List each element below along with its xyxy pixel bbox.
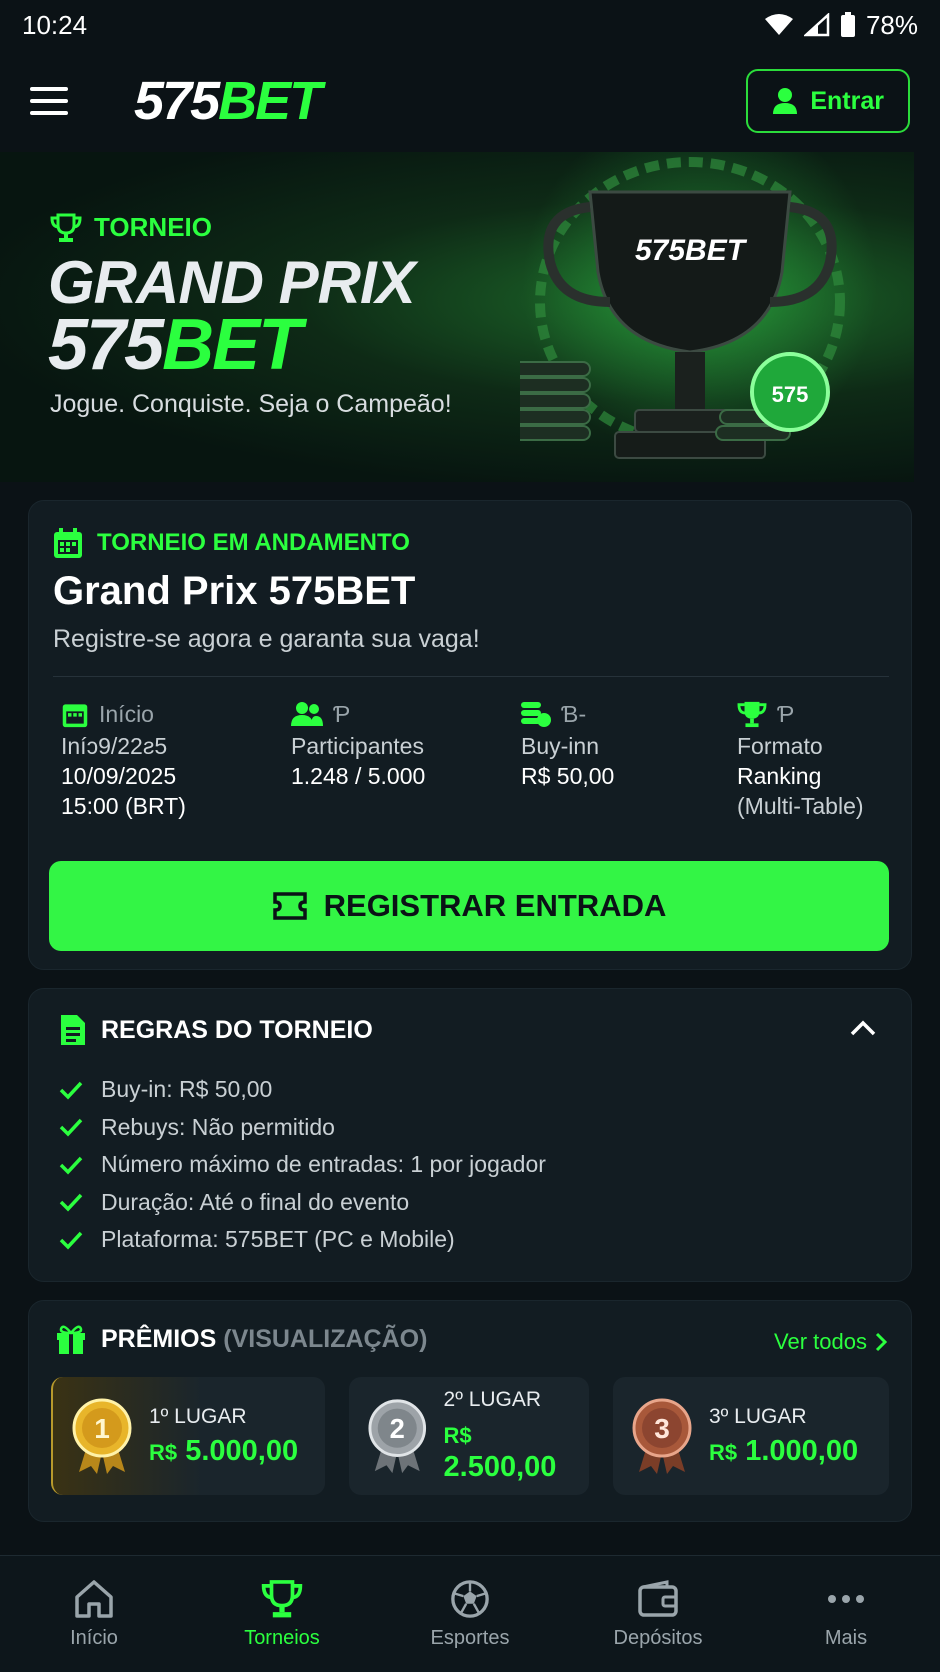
prize-place: 1º LUGAR	[149, 1404, 247, 1428]
info-start: Início Iníɔ9/22ƨ5 10/09/2025 15:00 (BRT)	[61, 701, 186, 819]
status-time: 10:24	[22, 9, 88, 40]
check-icon	[59, 1081, 83, 1100]
list-item: Número máximo de entradas: 1 por jogador	[59, 1146, 546, 1184]
nav-deposits[interactable]: Depósitos	[564, 1556, 752, 1672]
app-header: 575 BET Entrar	[0, 50, 940, 152]
nav-more[interactable]: Mais	[752, 1556, 940, 1672]
wifi-icon	[764, 14, 793, 35]
register-label: REGISTRAR ENTRADA	[323, 888, 667, 923]
list-item: Buy-in: R$ 50,00	[59, 1071, 546, 1109]
menu-button[interactable]	[30, 77, 78, 125]
tournament-card: TORNEIO EM ANDAMENTO Grand Prix 575BET R…	[28, 500, 912, 970]
soccer-ball-icon	[451, 1579, 489, 1618]
prize-first[interactable]: 1 1º LUGAR R$ 5.000,00	[51, 1377, 325, 1495]
list-item: Rebuys: Não permitido	[59, 1109, 546, 1147]
silver-medal-icon: 2	[368, 1399, 427, 1474]
svg-text:2: 2	[390, 1413, 405, 1444]
prize-second[interactable]: 2 2º LUGAR R$ 2.500,00	[349, 1377, 589, 1495]
nav-tournaments[interactable]: Torneios	[188, 1556, 376, 1672]
status-bar: 10:24 78%	[0, 0, 940, 50]
login-button[interactable]: Entrar	[746, 69, 910, 133]
trophy-icon	[261, 1579, 303, 1617]
menu-icon	[30, 87, 68, 91]
brand-logo[interactable]: 575 BET	[134, 70, 322, 132]
rules-header[interactable]: REGRAS DO TORNEIO	[59, 1013, 373, 1047]
info-format: Ƥ Formato Ranking (Multi-Table)	[737, 701, 864, 819]
ticket-icon	[272, 892, 307, 920]
check-icon	[59, 1194, 83, 1212]
coins-icon	[521, 702, 551, 727]
gift-icon	[57, 1325, 85, 1354]
wallet-icon	[638, 1579, 678, 1617]
banner-subtitle: Jogue. Conquiste. Seja o Campeão!	[50, 390, 452, 418]
prize-place: 2º LUGAR	[443, 1388, 542, 1411]
trophy-illustration: 575BET 575	[520, 157, 845, 459]
chevron-right-icon	[875, 1332, 887, 1352]
list-item: Duração: Até o final do evento	[59, 1184, 546, 1222]
document-icon	[61, 1015, 85, 1045]
user-icon	[773, 88, 798, 114]
prize-amount: R$ 2.500,00	[443, 1423, 557, 1483]
trophy-icon	[737, 701, 767, 728]
view-all-link[interactable]: Ver todos	[774, 1329, 887, 1355]
login-label: Entrar	[810, 86, 884, 115]
prize-amount: R$ 1.000,00	[709, 1434, 859, 1467]
more-icon	[828, 1594, 864, 1603]
prizes-header: PRÊMIOS (VISUALIZAÇÃO)	[55, 1323, 427, 1355]
prize-amount: R$ 5.000,00	[149, 1434, 299, 1467]
prizes-title: PRÊMIOS	[101, 1324, 217, 1353]
users-icon	[291, 702, 323, 726]
banner-brand: 575 BET	[48, 305, 302, 385]
battery-icon	[840, 12, 855, 37]
svg-text:575: 575	[772, 382, 809, 407]
trophy-icon	[50, 213, 82, 242]
tournament-status: TORNEIO EM ANDAMENTO	[53, 527, 410, 559]
banner-label: TORNEIO	[50, 212, 212, 243]
bronze-medal-icon: 3	[632, 1398, 692, 1474]
signal-icon	[803, 13, 830, 37]
tournament-subtitle: Registre-se agora e garanta sua vaga!	[53, 625, 480, 653]
svg-text:3: 3	[654, 1413, 670, 1444]
svg-text:1: 1	[94, 1413, 110, 1444]
battery-level: 78%	[865, 9, 918, 40]
calendar-icon	[54, 528, 82, 558]
nav-sports[interactable]: Esportes	[376, 1556, 564, 1672]
info-buyin: Ɓ- Buy-inn R$ 50,00	[521, 701, 615, 789]
chevron-up-icon[interactable]	[849, 1019, 877, 1037]
rules-title: REGRAS DO TORNEIO	[101, 1015, 373, 1044]
prizes-card: PRÊMIOS (VISUALIZAÇÃO) Ver todos 1 1º LU…	[28, 1300, 912, 1522]
register-button[interactable]: REGISTRAR ENTRADA	[49, 861, 889, 951]
prizes-title-muted: (VISUALIZAÇÃO)	[223, 1324, 428, 1353]
prize-third[interactable]: 3 3º LUGAR R$ 1.000,00	[613, 1377, 889, 1495]
list-item: Plataforma: 575BET (PC e Mobile)	[59, 1221, 546, 1259]
prize-place: 3º LUGAR	[709, 1404, 807, 1428]
check-icon	[59, 1231, 83, 1250]
rules-card: REGRAS DO TORNEIO Buy-in: R$ 50,00 Rebuy…	[28, 988, 912, 1282]
tournament-title: Grand Prix 575BET	[53, 569, 416, 613]
bottom-navigation: Início Torneios Esportes Depósitos Mais	[0, 1555, 940, 1672]
home-icon	[75, 1579, 113, 1618]
check-icon	[59, 1119, 83, 1137]
svg-text:575BET: 575BET	[635, 234, 748, 267]
calendar-icon	[62, 704, 88, 728]
info-participants: Ƥ Participantes 1.248 / 5.000	[291, 701, 426, 789]
status-icons: 78%	[764, 10, 918, 41]
promo-banner[interactable]: TORNEIO GRAND PRIX 575 BET Jogue. Conquis…	[0, 152, 914, 482]
check-icon	[59, 1156, 83, 1175]
gold-medal-icon: 1	[72, 1398, 132, 1474]
divider	[53, 676, 889, 677]
rules-list: Buy-in: R$ 50,00 Rebuys: Não permitido N…	[59, 1071, 546, 1259]
nav-home[interactable]: Início	[0, 1556, 188, 1672]
